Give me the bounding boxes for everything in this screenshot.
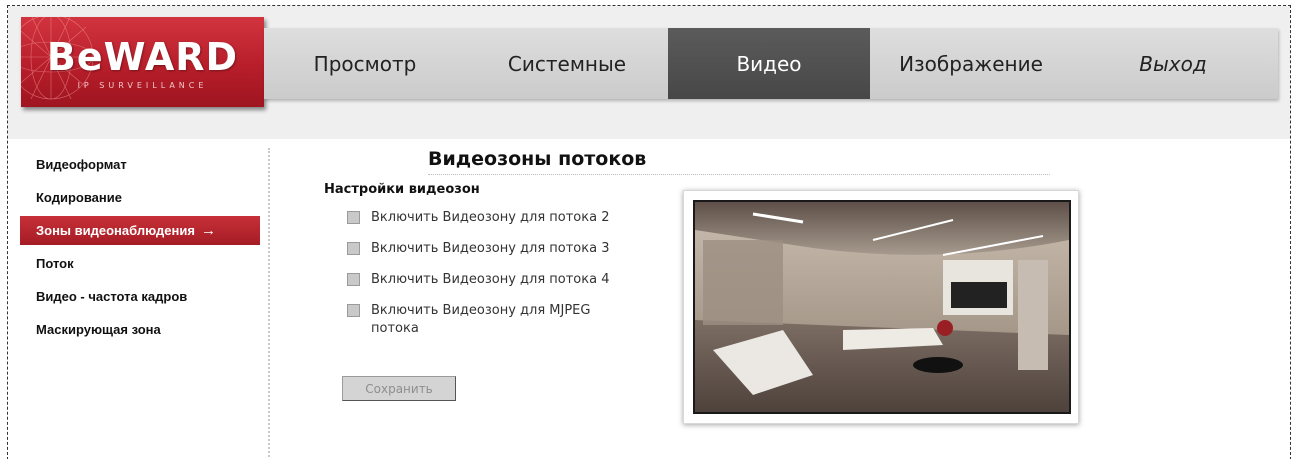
top-nav: Просмотр Системные Видео Изображение Вых… [264,28,1278,99]
sidebar-item-videoformat[interactable]: Видеоформат [20,148,268,181]
sidebar: Видеоформат Кодирование Зоны видеонаблюд… [20,148,270,459]
tab-izobrazhenie[interactable]: Изображение [870,28,1072,99]
tab-prosmotr[interactable]: Просмотр [264,28,466,99]
beward-logo: BeWARD IP SURVEILLANCE [21,17,264,107]
tab-video[interactable]: Видео [668,28,870,99]
camera-preview-image [693,200,1071,414]
page-frame: BeWARD IP SURVEILLANCE Просмотр Системны… [7,5,1291,459]
sidebar-item-label: Кодирование [36,190,122,205]
option-stream-3: Включить Видеозону для потока 3 [341,240,641,258]
arrow-right-icon: → [200,222,216,239]
checkbox-stream-4[interactable] [347,273,360,286]
sidebar-item-mask-zone[interactable]: Маскирующая зона [20,313,268,346]
sidebar-item-frame-rate[interactable]: Видео - частота кадров [20,280,268,313]
section-title: Настройки видеозон [324,182,480,197]
logo-tagline: IP SURVEILLANCE [77,81,208,90]
option-label: Включить Видеозону для MJPEG потока [371,303,591,336]
option-stream-4: Включить Видеозону для потока 4 [341,271,641,289]
zone-options: Включить Видеозону для потока 2 Включить… [341,209,641,351]
sidebar-item-encoding[interactable]: Кодирование [20,181,268,214]
page-title: Видеозоны потоков [428,148,647,170]
sidebar-item-label: Зоны видеонаблюдения [36,223,195,238]
save-button[interactable]: Сохранить [342,376,456,401]
checkbox-stream-3[interactable] [347,242,360,255]
option-label: Включить Видеозону для потока 3 [371,241,610,256]
title-divider [428,174,1050,175]
sidebar-item-label: Маскирующая зона [36,322,161,337]
logo-brand: BeWARD [46,35,239,79]
tab-exit[interactable]: Выход [1072,28,1274,99]
video-preview [683,190,1079,424]
sidebar-item-label: Видео - частота кадров [36,289,188,304]
sidebar-item-video-zones[interactable]: Зоны видеонаблюдения → [20,216,260,245]
sidebar-item-label: Видеоформат [36,157,127,172]
option-stream-2: Включить Видеозону для потока 2 [341,209,641,227]
sidebar-item-label: Поток [36,256,74,271]
option-label: Включить Видеозону для потока 2 [371,210,610,225]
option-mjpeg: Включить Видеозону для MJPEG потока [341,302,631,338]
sidebar-item-stream[interactable]: Поток [20,247,268,280]
tab-sistemnye[interactable]: Системные [466,28,668,99]
checkbox-stream-2[interactable] [347,211,360,224]
option-label: Включить Видеозону для потока 4 [371,272,610,287]
checkbox-mjpeg[interactable] [347,304,360,317]
